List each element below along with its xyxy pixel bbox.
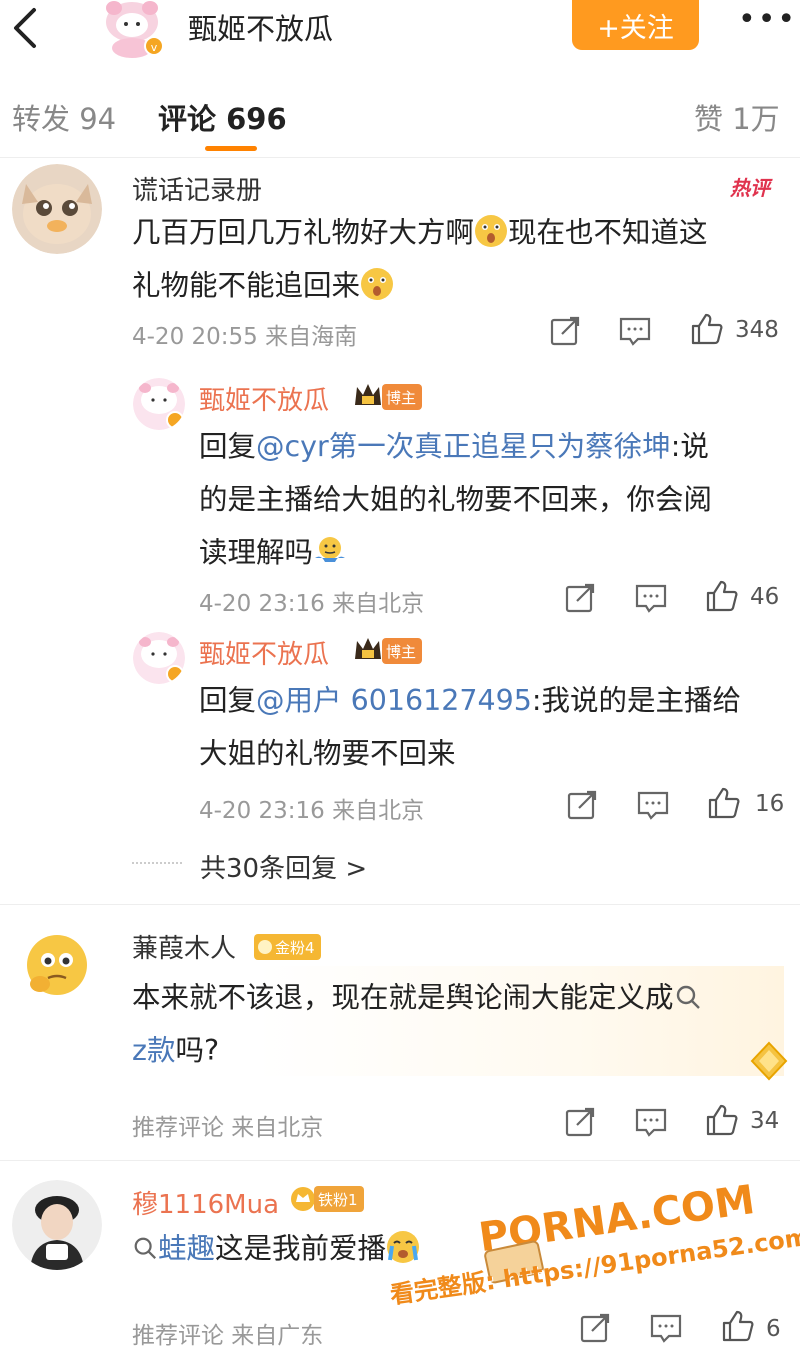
commenter-avatar[interactable] <box>18 926 96 1004</box>
hot-comment-badge: 热评 <box>730 176 770 200</box>
commenter-avatar[interactable] <box>12 1180 102 1270</box>
gold-diamond-icon <box>750 1041 788 1081</box>
like-count: 16 <box>755 791 785 817</box>
like-count: 34 <box>750 1108 780 1134</box>
fan-badge-icon <box>291 1187 315 1211</box>
repost-icon[interactable] <box>548 314 582 348</box>
blogger-badge: 博主 <box>382 384 423 410</box>
like-count: 6 <box>766 1316 781 1342</box>
comment-text: 本来就不该退，现在就是舆论闹大能定义成 z款吗? <box>132 971 702 1077</box>
commenter-name[interactable]: 谎话记录册 <box>132 170 262 207</box>
reply-text-part: 读理解吗 <box>199 536 314 569</box>
repost-icon[interactable] <box>565 788 599 822</box>
reply-text-part: 的是主播给大姐的礼物要不回来，你会阅 <box>199 483 713 516</box>
reply-prefix: 回复 <box>199 684 257 717</box>
commenter-name[interactable]: 蒹葭木人 <box>132 928 236 965</box>
comment-text-part: 这是我前爱播 <box>215 1232 387 1265</box>
repost-icon[interactable] <box>563 581 597 615</box>
blogger-badge: 博主 <box>382 638 423 664</box>
reply-avatar[interactable] <box>133 632 185 684</box>
tab-reposts[interactable]: 转发 94 <box>12 96 116 138</box>
crown-icon <box>355 638 381 659</box>
comment-meta: 4-20 20:55 来自海南 <box>132 324 358 350</box>
reply-text-part: :说 <box>670 430 709 463</box>
fan-badge: 铁粉1 <box>314 1186 364 1212</box>
reply-meta: 4-20 23:16 来自北京 <box>199 798 425 824</box>
follow-button[interactable]: +关注 <box>572 0 699 50</box>
tab-comments-count: 696 <box>226 102 287 136</box>
badge-icon <box>258 940 272 954</box>
comment-text-part: 本来就不该退，现在就是舆论闹大能定义成 <box>132 981 674 1014</box>
reply-author-name[interactable]: 甄姬不放瓜 <box>199 634 329 671</box>
topic-link[interactable]: 蛙趣 <box>158 1232 215 1265</box>
reply-text: 回复@cyr第一次真正追星只为蔡徐坤:说 的是主播给大姐的礼物要不回来，你会阅 … <box>199 420 712 579</box>
reply-text-part: 大姐的礼物要不回来 <box>199 737 456 770</box>
repost-icon[interactable] <box>563 1105 597 1139</box>
tab-reposts-label: 转发 <box>12 102 71 136</box>
reply-text-part: :我说的是主播给 <box>531 684 742 717</box>
svg-text:v: v <box>151 41 158 54</box>
shocked-emoji-icon <box>361 268 394 300</box>
commenter-name[interactable]: 穆1116Mua <box>132 1184 279 1221</box>
like-icon[interactable] <box>705 1103 739 1137</box>
fan-badge: 金粉4 <box>254 934 321 960</box>
reply-author-name[interactable]: 甄姬不放瓜 <box>199 380 329 417</box>
reply-icon[interactable] <box>634 581 668 615</box>
repost-icon[interactable] <box>578 1311 612 1345</box>
reply-icon[interactable] <box>636 788 670 822</box>
more-options-icon[interactable]: ••• <box>738 5 797 35</box>
replies-divider-dots <box>132 862 182 864</box>
comment-text-part: 几百万回几万礼物好大方啊 <box>132 216 475 249</box>
tab-reposts-count: 94 <box>79 102 117 136</box>
like-icon[interactable] <box>721 1309 755 1343</box>
author-avatar[interactable]: v <box>100 0 164 58</box>
comment-text-part: 现在也不知道这 <box>508 216 708 249</box>
tab-likes-count: 1万 <box>732 102 780 136</box>
reply-prefix: 回复 <box>199 430 257 463</box>
comment-text-part: 礼物能不能追回来 <box>132 269 361 302</box>
mention-link[interactable]: @用户 6016127495 <box>256 684 532 717</box>
tab-comments[interactable]: 评论 696 <box>158 96 287 138</box>
top-bar: v 甄姬不放瓜 +关注 ••• <box>0 0 800 64</box>
comment-text: 蛙趣这是我前爱播 <box>132 1222 420 1275</box>
shocked-emoji-icon <box>475 215 508 247</box>
fan-badge-label: 金粉4 <box>275 938 315 957</box>
tab-likes[interactable]: 赞 1万 <box>694 96 780 138</box>
like-count: 348 <box>735 317 779 343</box>
comment-meta: 推荐评论 来自广东 <box>132 1323 324 1349</box>
shrug-emoji-icon <box>315 537 346 562</box>
tab-active-indicator <box>205 146 257 151</box>
reply-text: 回复@用户 6016127495:我说的是主播给 大姐的礼物要不回来 <box>199 674 741 780</box>
tab-comments-label: 评论 <box>158 102 217 136</box>
reply-meta: 4-20 23:16 来自北京 <box>199 591 425 617</box>
like-count: 46 <box>750 584 780 610</box>
divider <box>0 1160 800 1161</box>
comment-text: 几百万回几万礼物好大方啊 现在也不知道这 礼物能不能追回来 <box>132 206 708 312</box>
view-all-replies-link[interactable]: 共30条回复 > <box>200 848 367 885</box>
reply-icon[interactable] <box>618 314 652 348</box>
mention-link[interactable]: @cyr第一次真正追星只为蔡徐坤 <box>256 430 671 463</box>
reply-icon[interactable] <box>634 1105 668 1139</box>
like-icon[interactable] <box>707 786 741 820</box>
divider <box>0 904 800 905</box>
tab-bar: 转发 94 评论 696 赞 1万 <box>0 80 800 158</box>
comment-text-part: 吗? <box>175 1034 220 1067</box>
like-icon[interactable] <box>690 312 724 346</box>
topic-link[interactable]: z款 <box>132 1034 175 1067</box>
reply-icon[interactable] <box>649 1311 683 1345</box>
back-arrow-icon[interactable] <box>8 6 42 50</box>
search-icon[interactable] <box>132 1235 158 1261</box>
crown-icon <box>355 384 381 405</box>
author-name[interactable]: 甄姬不放瓜 <box>188 6 333 48</box>
commenter-avatar[interactable] <box>12 164 102 254</box>
crying-emoji-icon <box>387 1231 420 1263</box>
comment-meta: 推荐评论 来自北京 <box>132 1115 324 1141</box>
like-icon[interactable] <box>705 579 739 613</box>
reply-avatar[interactable] <box>133 378 185 430</box>
tab-likes-label: 赞 <box>694 102 724 136</box>
search-icon[interactable] <box>674 983 702 1011</box>
